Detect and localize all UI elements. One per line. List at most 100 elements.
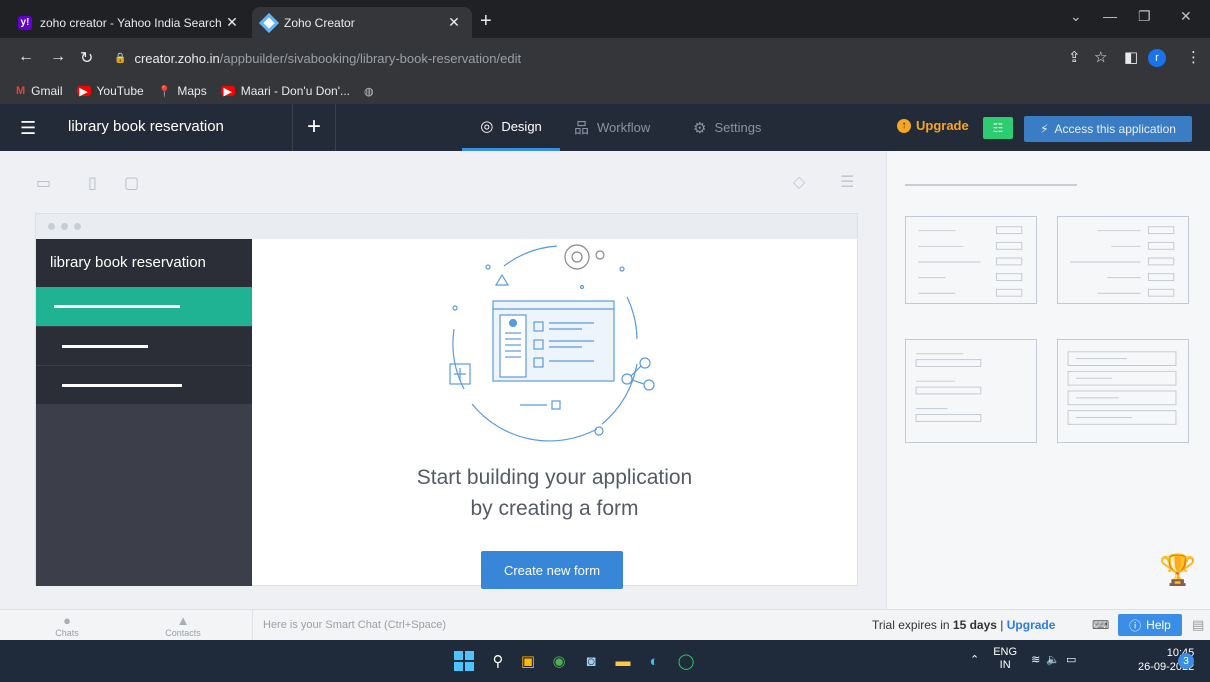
create-new-form-button[interactable]: Create new form xyxy=(481,551,623,589)
tab-settings[interactable]: ⚙ Settings xyxy=(693,104,761,151)
tab-label: Settings xyxy=(714,120,762,135)
lang-code: ENG xyxy=(993,646,1018,658)
mobile-icon[interactable]: ▢ xyxy=(124,173,139,193)
add-button[interactable]: + xyxy=(292,104,336,151)
layout-template-1[interactable] xyxy=(905,216,1037,304)
chats-label: Chats xyxy=(55,628,79,638)
tab-label: Design xyxy=(501,118,542,134)
reload-icon[interactable]: ↻ xyxy=(80,48,93,68)
profile-avatar[interactable]: r xyxy=(1148,49,1166,67)
language-indicator[interactable]: ENG IN xyxy=(993,646,1017,672)
chevron-up-icon[interactable]: ⌃ xyxy=(970,653,979,666)
minimize-button[interactable]: — xyxy=(1103,8,1117,24)
chat-bubble-icon: ● xyxy=(63,613,71,628)
whatsapp-icon[interactable]: ◯ xyxy=(675,650,697,672)
preview-sidebar: library book reservation xyxy=(36,239,252,586)
bookmark-maps[interactable]: 📍 Maps xyxy=(158,84,207,98)
window-dot xyxy=(74,223,81,230)
trial-upgrade-link[interactable]: Upgrade xyxy=(1007,618,1056,632)
access-label: Access this application xyxy=(1054,122,1176,136)
menu-kebab-icon[interactable]: ⋮ xyxy=(1186,48,1201,66)
new-tab-button[interactable]: + xyxy=(480,11,492,31)
theme-paint-icon[interactable]: ◇ xyxy=(793,172,805,192)
gear-icon: ⚙ xyxy=(693,119,707,137)
close-tab-icon[interactable]: ✕ xyxy=(446,14,462,31)
notification-badge[interactable]: 3 xyxy=(1178,653,1194,669)
url-field[interactable]: 🔒 creator.zoho.in /appbuilder/sivabookin… xyxy=(110,44,1160,72)
tab-design[interactable]: ◎ Design xyxy=(462,104,560,151)
store-icon[interactable]: ▣ xyxy=(517,650,539,672)
access-application-button[interactable]: ⚡ Access this application xyxy=(1024,116,1192,142)
battery-icon[interactable]: ▭ xyxy=(1066,653,1076,666)
file-explorer-icon[interactable]: ▬ xyxy=(612,650,634,672)
windows-logo-icon xyxy=(454,651,474,671)
layout-icon: ☷ xyxy=(992,121,1004,135)
close-window-button[interactable]: ✕ xyxy=(1180,8,1192,25)
bookmark-maari[interactable]: ▶ Maari - Don'u Don'... xyxy=(220,84,350,98)
browser-tab-zoho[interactable]: Zoho Creator ✕ xyxy=(252,7,472,38)
upgrade-label: Upgrade xyxy=(916,118,969,133)
chrome-icon[interactable]: ◉ xyxy=(548,650,570,672)
empty-state-title: Start building your application xyxy=(416,466,693,489)
volume-icon[interactable]: 🔈 xyxy=(1046,653,1060,666)
workflow-icon: 品 xyxy=(574,120,590,137)
person-icon: ▲ xyxy=(176,613,190,628)
keyboard-icon[interactable]: ⌨ xyxy=(1092,618,1109,632)
preview-app-name: library book reservation xyxy=(36,239,252,287)
window-dot xyxy=(48,223,55,230)
app-title: library book reservation xyxy=(68,118,224,135)
smart-chat-input[interactable]: Here is your Smart Chat (Ctrl+Space) xyxy=(252,610,864,640)
preview-window-bar xyxy=(36,214,857,239)
help-label: Help xyxy=(1146,618,1171,632)
panel-heading-placeholder xyxy=(905,184,1077,186)
contacts-label: Contacts xyxy=(165,628,201,638)
preview-menu-item[interactable] xyxy=(36,365,252,404)
form-builder-illustration xyxy=(449,244,655,442)
layout-template-4[interactable] xyxy=(1057,339,1189,443)
search-icon[interactable]: ⚲ xyxy=(487,650,509,672)
notes-icon[interactable]: ▤ xyxy=(1192,617,1204,633)
trial-days: 15 days xyxy=(952,618,997,632)
lock-icon: 🔒 xyxy=(114,52,127,64)
upgrade-button[interactable]: ↑ Upgrade xyxy=(897,118,969,133)
edge-icon[interactable]: ◐ xyxy=(643,650,665,672)
chats-button[interactable]: ● Chats xyxy=(42,613,92,638)
restore-button[interactable]: ❐ xyxy=(1138,8,1151,25)
windows-start-button[interactable] xyxy=(453,650,475,672)
layout-templates-panel: 🏆 xyxy=(886,151,1210,609)
tab-workflow[interactable]: 品 Workflow xyxy=(574,104,650,151)
address-bar-row: ← → ↻ 🔒 creator.zoho.in /appbuilder/siva… xyxy=(0,38,1210,78)
placeholder-bar xyxy=(62,384,182,387)
question-icon: ⓘ xyxy=(1129,618,1142,633)
layout-template-3[interactable] xyxy=(905,339,1037,443)
bookmark-youtube[interactable]: ▶ YouTube xyxy=(76,84,144,98)
close-tab-icon[interactable]: ✕ xyxy=(224,14,240,31)
trophy-icon[interactable]: 🏆 xyxy=(1159,553,1196,588)
wifi-icon[interactable]: ≋ xyxy=(1031,653,1040,666)
bookmark-gmail[interactable]: M Gmail xyxy=(16,84,63,98)
help-button[interactable]: ⓘ Help xyxy=(1118,614,1182,636)
back-icon[interactable]: ← xyxy=(18,48,34,66)
side-panel-icon[interactable]: ◧ xyxy=(1124,48,1138,66)
app-preview: library book reservation Start building … xyxy=(35,213,858,589)
hamburger-menu-icon[interactable]: ☰ xyxy=(20,118,36,139)
desktop-icon[interactable]: ▭ xyxy=(36,173,51,193)
layout-list-icon[interactable]: ☰ xyxy=(840,172,854,192)
tab-search-icon[interactable]: ⌄ xyxy=(1070,8,1082,25)
bookmark-globe[interactable]: ◍ xyxy=(364,85,380,98)
preview-menu-item[interactable] xyxy=(36,287,252,326)
layout-template-2[interactable] xyxy=(1057,216,1189,304)
preview-menu-item[interactable] xyxy=(36,326,252,365)
system-tray: ⌃ ENG IN ≋ 🔈 ▭ xyxy=(970,646,1076,672)
trial-separator: | xyxy=(996,618,1007,632)
forward-icon[interactable]: → xyxy=(50,48,66,66)
bookmark-label: YouTube xyxy=(96,84,144,98)
bookmark-star-icon[interactable]: ☆ xyxy=(1094,48,1107,66)
camera-icon[interactable]: ◙ xyxy=(580,650,602,672)
tablet-icon[interactable]: ▯ xyxy=(88,173,97,193)
trial-prefix: Trial expires in xyxy=(872,618,953,632)
browser-tab-yahoo[interactable]: y! zoho creator - Yahoo India Search ✕ xyxy=(8,7,250,38)
layout-toggle-button[interactable]: ☷ xyxy=(983,117,1013,139)
contacts-button[interactable]: ▲ Contacts xyxy=(158,613,208,638)
share-icon[interactable]: ⇪ xyxy=(1068,48,1081,66)
